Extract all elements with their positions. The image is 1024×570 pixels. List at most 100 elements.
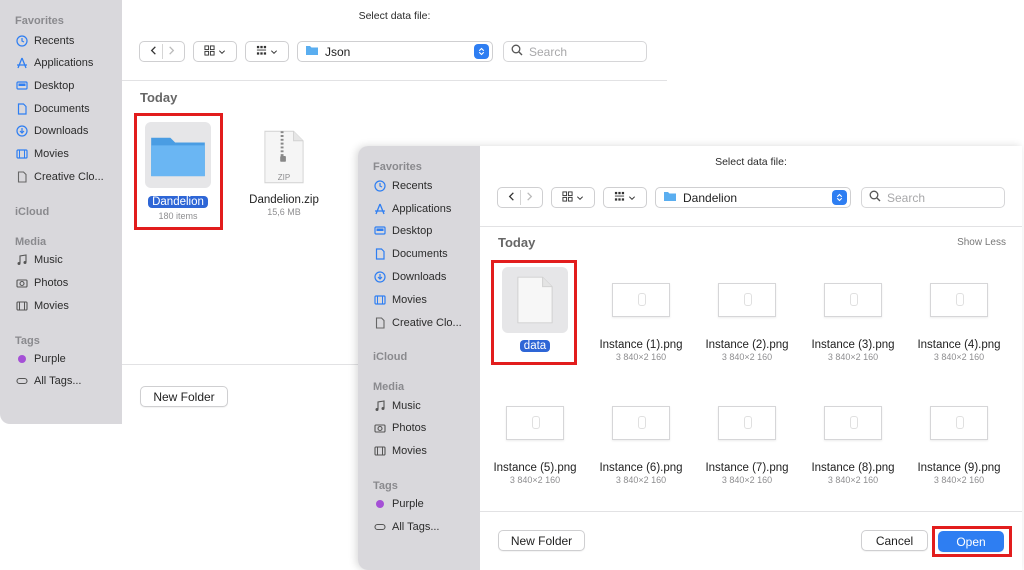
file-item-png[interactable]: Instance (8).png 3 840×2 160	[803, 406, 903, 485]
file-name: Instance (8).png	[811, 462, 895, 474]
file-item-png[interactable]: Instance (6).png 3 840×2 160	[591, 406, 691, 485]
search-field[interactable]	[861, 187, 1005, 208]
chevron-left-icon[interactable]	[148, 43, 159, 61]
sidebar-item-documents[interactable]: Documents	[373, 244, 448, 264]
file-name: Instance (4).png	[917, 339, 1001, 351]
sidebar-item-desktop[interactable]: Desktop	[15, 76, 74, 96]
toolbar-divider	[480, 226, 1022, 227]
file-item-png[interactable]: Instance (5).png 3 840×2 160	[485, 406, 585, 485]
sidebar-item-label: Movies	[34, 148, 69, 160]
sidebar-item-label: Downloads	[392, 271, 447, 283]
search-input[interactable]	[529, 44, 629, 59]
sidebar-item-creative-cloud[interactable]: Creative Clo...	[373, 313, 462, 333]
back-forward-buttons[interactable]	[139, 41, 185, 62]
location-popup[interactable]: Dandelion	[655, 187, 851, 208]
search-field[interactable]	[503, 41, 647, 62]
sidebar-item-applications[interactable]: Applications	[373, 199, 451, 219]
view-mode-button[interactable]	[193, 41, 237, 62]
sidebar-item-recents[interactable]: Recents	[373, 176, 432, 196]
file-item-png[interactable]: Instance (9).png 3 840×2 160	[909, 406, 1009, 485]
purple-tag-dot-icon	[373, 498, 386, 511]
chevron-right-icon[interactable]	[166, 43, 177, 61]
sidebar-item-music[interactable]: Music	[15, 250, 63, 270]
sidebar-item-label: All Tags...	[34, 375, 82, 387]
sidebar-item-all-tags[interactable]: All Tags...	[15, 371, 82, 391]
sidebar-item-label: Movies	[392, 294, 427, 306]
file-item-png[interactable]: Instance (7).png 3 840×2 160	[697, 406, 797, 485]
sidebar-item-photos[interactable]: Photos	[373, 418, 426, 438]
image-thumbnail-icon	[930, 406, 988, 440]
file-item-png[interactable]: Instance (3).png 3 840×2 160	[803, 283, 903, 362]
file-dialog-dandelion: Favorites Recents Applications Desktop D…	[358, 146, 1022, 570]
file-meta: 3 840×2 160	[615, 352, 667, 362]
grid-icon	[562, 189, 573, 207]
back-forward-buttons[interactable]	[497, 187, 543, 208]
sidebar-item-label: Documents	[392, 248, 448, 260]
desktop-icon	[373, 225, 386, 238]
sidebar-item-creative-cloud[interactable]: Creative Clo...	[15, 167, 104, 187]
group-by-button[interactable]	[245, 41, 289, 62]
media-heading: Media	[15, 236, 47, 248]
location-popup[interactable]: Json	[297, 41, 493, 62]
image-thumbnail-icon	[824, 406, 882, 440]
chevron-down-icon	[270, 43, 278, 61]
file-item-png[interactable]: Instance (2).png 3 840×2 160	[697, 283, 797, 362]
sidebar-item-media-movies[interactable]: Movies	[15, 296, 69, 316]
sidebar-item-photos[interactable]: Photos	[15, 273, 68, 293]
document-icon	[15, 103, 28, 116]
sidebar-item-tag-purple[interactable]: Purple	[373, 494, 424, 514]
file-meta: 3 840×2 160	[933, 475, 985, 485]
chevron-left-icon[interactable]	[506, 189, 517, 207]
search-input[interactable]	[887, 190, 987, 205]
sidebar-item-movies[interactable]: Movies	[373, 290, 427, 310]
chevron-down-icon	[576, 189, 584, 207]
sidebar-item-recents[interactable]: Recents	[15, 31, 74, 51]
file-icon	[373, 317, 386, 330]
music-icon	[15, 254, 28, 267]
sidebar-item-media-movies[interactable]: Movies	[373, 441, 427, 461]
file-item-png[interactable]: Instance (4).png 3 840×2 160	[909, 283, 1009, 362]
new-folder-button[interactable]: New Folder	[498, 530, 585, 551]
image-thumbnail-icon	[506, 406, 564, 440]
sidebar-item-label: Creative Clo...	[392, 317, 462, 329]
search-icon	[869, 189, 881, 207]
sidebar-item-documents[interactable]: Documents	[15, 99, 90, 119]
sidebar-item-label: Purple	[34, 353, 66, 365]
sidebar-item-music[interactable]: Music	[373, 396, 421, 416]
sidebar-item-label: Movies	[392, 445, 427, 457]
sidebar-item-applications[interactable]: Applications	[15, 53, 93, 73]
music-icon	[373, 400, 386, 413]
file-meta: 3 840×2 160	[827, 475, 879, 485]
new-folder-button[interactable]: New Folder	[140, 386, 228, 407]
image-thumbnail-icon	[612, 406, 670, 440]
highlight-box	[932, 526, 1012, 557]
sidebar-item-all-tags[interactable]: All Tags...	[373, 517, 440, 537]
purple-tag-dot-icon	[15, 353, 28, 366]
sidebar-item-movies[interactable]: Movies	[15, 144, 69, 164]
sidebar-item-label: Downloads	[34, 125, 89, 137]
cancel-button[interactable]: Cancel	[861, 530, 928, 551]
sidebar-item-downloads[interactable]: Downloads	[15, 121, 88, 141]
file-meta: 15,6 MB	[267, 207, 301, 217]
file-item-zip[interactable]: ZIP Dandelion.zip 15,6 MB	[234, 126, 334, 217]
film-icon	[15, 148, 28, 161]
file-name: Instance (5).png	[493, 462, 577, 474]
sidebar-item-label: Recents	[34, 35, 75, 47]
group-by-button[interactable]	[603, 187, 647, 208]
sidebar-item-tag-purple[interactable]: Purple	[15, 349, 66, 369]
location-label: Dandelion	[683, 190, 738, 205]
sidebar-item-downloads[interactable]: Downloads	[373, 267, 446, 287]
file-item-png[interactable]: Instance (1).png 3 840×2 160	[591, 283, 691, 362]
chevron-right-icon[interactable]	[524, 189, 535, 207]
tag-icon	[373, 521, 386, 534]
group-grid-icon	[256, 43, 267, 61]
download-icon	[15, 125, 28, 138]
image-thumbnail-icon	[612, 283, 670, 317]
search-icon	[511, 43, 523, 61]
document-icon	[373, 248, 386, 261]
view-mode-button[interactable]	[551, 187, 595, 208]
sidebar-item-desktop[interactable]: Desktop	[373, 221, 432, 241]
show-less-link[interactable]: Show Less	[957, 237, 1006, 248]
highlight-box	[491, 260, 577, 365]
icloud-heading: iCloud	[15, 206, 50, 218]
